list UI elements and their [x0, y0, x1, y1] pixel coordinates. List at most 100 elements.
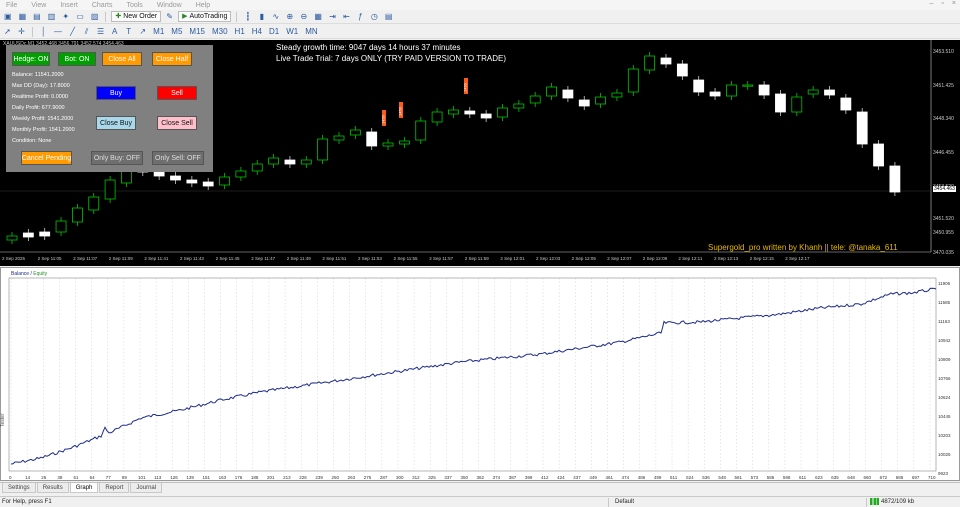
- text-icon[interactable]: A: [109, 26, 120, 37]
- equity-x-tick-label: 474: [621, 475, 630, 480]
- candle-body: [186, 179, 198, 184]
- equity-x-tick-label: 660: [863, 475, 872, 480]
- buy-button[interactable]: Buy: [96, 86, 136, 100]
- period-m30[interactable]: M30: [210, 26, 230, 37]
- market-watch-icon[interactable]: ▤: [31, 11, 43, 22]
- tile-windows-icon[interactable]: ▦: [312, 11, 324, 22]
- period-m5[interactable]: M5: [169, 26, 184, 37]
- tester-icon[interactable]: ▨: [89, 11, 101, 22]
- price-tick-label: 3451.425: [933, 83, 954, 89]
- close-half-button[interactable]: Close Half: [152, 52, 192, 66]
- equity-x-tick-label: 64: [89, 475, 95, 480]
- equity-y-tick-label: 10203: [938, 433, 951, 438]
- equity-x-tick-label: 511: [670, 475, 678, 480]
- menu-view[interactable]: View: [31, 2, 46, 9]
- indicators-icon[interactable]: ƒ: [355, 11, 366, 22]
- line-chart-icon[interactable]: ∿: [270, 11, 281, 22]
- menu-window[interactable]: Window: [157, 2, 182, 9]
- equity-y-tick-label: 10624: [938, 395, 951, 400]
- bar-chart-icon[interactable]: ┇: [242, 11, 253, 22]
- period-d1[interactable]: D1: [267, 26, 281, 37]
- tab-graph[interactable]: Graph: [69, 483, 99, 493]
- balance-info: Balance: 11541.2000: [12, 72, 64, 78]
- time-tick-label: 2 Sep 11:09: [108, 256, 133, 261]
- period-h4[interactable]: H4: [250, 26, 264, 37]
- menu-insert[interactable]: Insert: [60, 2, 78, 9]
- equity-y-tick-label: 10025: [938, 452, 951, 457]
- candlestick-icon[interactable]: ▮: [256, 11, 267, 22]
- zoom-in-icon[interactable]: ⊕: [284, 11, 295, 22]
- candle-body: [235, 170, 247, 178]
- menu-tools[interactable]: Tools: [126, 2, 142, 9]
- only-buy-toggle[interactable]: Only Buy: OFF: [91, 151, 143, 165]
- crosshair-icon[interactable]: ✛: [16, 26, 27, 37]
- close-icon[interactable]: ×: [952, 0, 956, 7]
- bot-toggle-button[interactable]: Bot: ON: [58, 52, 96, 66]
- equity-x-tick-label: 672: [879, 475, 888, 480]
- new-order-button[interactable]: ✚ New Order: [111, 11, 162, 22]
- autotrading-button[interactable]: ▶ AutoTrading: [178, 11, 232, 22]
- metaeditor-icon[interactable]: ✎: [164, 11, 175, 22]
- menu-charts[interactable]: Charts: [92, 2, 113, 9]
- equity-legend: Balance / Equity: [11, 271, 47, 277]
- periods-icon[interactable]: ◷: [369, 11, 380, 22]
- channel-icon[interactable]: ⫽: [81, 26, 92, 37]
- menu-file[interactable]: File: [6, 2, 17, 9]
- restore-icon[interactable]: ▫: [941, 0, 943, 7]
- price-chart[interactable]: 1450 1450 1450 XAUUSDc,M1 3452.468 3456.79…: [0, 40, 960, 266]
- close-buy-button[interactable]: Close Buy: [96, 116, 136, 130]
- data-window-icon[interactable]: ▥: [46, 11, 58, 22]
- tab-settings[interactable]: Settings: [2, 483, 36, 493]
- equity-x-tick-label: 374: [492, 475, 501, 480]
- candle-body: [824, 89, 835, 96]
- steady-growth-text: Steady growth time: 9047 days 14 hours 3…: [276, 43, 461, 52]
- equity-x-tick-label: 486: [637, 475, 646, 480]
- horizontal-line-icon[interactable]: —: [52, 26, 64, 37]
- candle-body: [693, 79, 705, 93]
- candle-body: [807, 89, 819, 95]
- cancel-pending-button[interactable]: Cancel Pending: [21, 151, 72, 165]
- vertical-line-icon[interactable]: │: [38, 26, 49, 37]
- equity-x-tick-label: 275: [363, 475, 372, 480]
- candle-body: [464, 110, 476, 115]
- time-tick-label: 2 Sep 11:59: [464, 256, 489, 261]
- equity-y-tick-label: 10445: [938, 414, 951, 419]
- period-mn[interactable]: MN: [303, 26, 319, 37]
- equity-plot-frame: [8, 277, 937, 472]
- trendline-icon[interactable]: ╱: [67, 26, 78, 37]
- tab-results[interactable]: Results: [36, 483, 69, 493]
- terminal-icon[interactable]: ▭: [74, 11, 86, 22]
- close-sell-button[interactable]: Close Sell: [157, 116, 197, 130]
- cursor-icon[interactable]: ➚: [2, 26, 13, 37]
- new-chart-icon[interactable]: ▣: [2, 11, 14, 22]
- arrows-icon[interactable]: ↗: [137, 26, 148, 37]
- profiles-icon[interactable]: ▦: [17, 11, 29, 22]
- auto-scroll-icon[interactable]: ⇥: [327, 11, 338, 22]
- hedge-toggle-button[interactable]: Hedge: ON: [12, 52, 50, 66]
- menu-help[interactable]: Help: [196, 2, 210, 9]
- equity-x-tick-label: 399: [524, 475, 533, 480]
- zoom-out-icon[interactable]: ⊖: [298, 11, 309, 22]
- templates-icon[interactable]: ▤: [383, 11, 395, 22]
- candle-body: [726, 84, 737, 97]
- fibonacci-icon[interactable]: ☰: [95, 26, 106, 37]
- period-h1[interactable]: H1: [233, 26, 247, 37]
- candle-body: [889, 165, 901, 193]
- period-m15[interactable]: M15: [187, 26, 207, 37]
- navigator-icon[interactable]: ✦: [60, 11, 71, 22]
- chart-shift-icon[interactable]: ⇤: [341, 11, 352, 22]
- period-m1[interactable]: M1: [151, 26, 166, 37]
- only-sell-toggle[interactable]: Only Sell: OFF: [152, 151, 204, 165]
- close-all-button[interactable]: Close All: [102, 52, 142, 66]
- sell-button[interactable]: Sell: [157, 86, 197, 100]
- period-w1[interactable]: W1: [284, 26, 300, 37]
- trade-marker-label: 1450: [463, 82, 468, 92]
- minimize-icon[interactable]: –: [930, 0, 934, 7]
- tester-side-tab[interactable]: Tester: [0, 395, 7, 427]
- label-icon[interactable]: T: [123, 26, 134, 37]
- price-tick-label: 3448.340: [933, 116, 954, 122]
- tester-tabs: Settings Results Graph Report Journal: [0, 482, 960, 493]
- tab-report[interactable]: Report: [99, 483, 130, 493]
- time-tick-label: 2 Sep 11:07: [73, 256, 98, 261]
- tab-journal[interactable]: Journal: [130, 483, 163, 493]
